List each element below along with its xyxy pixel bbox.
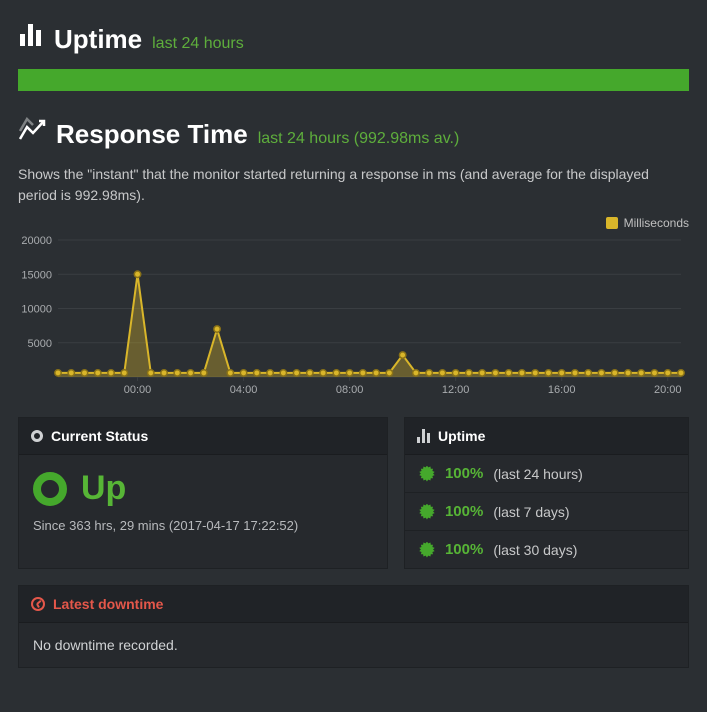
svg-text:20000: 20000 — [21, 235, 52, 247]
starburst-icon — [419, 542, 435, 558]
uptime-bar — [18, 69, 689, 91]
svg-text:12:00: 12:00 — [442, 384, 470, 396]
latest-downtime-header-label: Latest downtime — [53, 596, 163, 612]
current-status-body: Up Since 363 hrs, 29 mins (2017-04-17 17… — [19, 455, 387, 549]
uptime-list: 100%(last 24 hours)100%(last 7 days)100%… — [405, 455, 688, 568]
svg-text:08:00: 08:00 — [336, 384, 364, 396]
status-main: Up — [33, 469, 373, 508]
uptime-period: (last 7 days) — [493, 504, 569, 520]
uptime-row: 100% (last 7 days) — [405, 492, 688, 530]
chart-svg: 5000 10000 15000 20000 00:00 04:00 08:00 12:00 1… — [18, 234, 689, 399]
latest-downtime-body: No downtime recorded. — [19, 623, 688, 667]
current-status-header: Current Status — [19, 418, 387, 455]
status-dot-icon — [31, 430, 43, 442]
uptime-panel-header-label: Uptime — [438, 428, 485, 444]
chart-legend: Milliseconds — [18, 216, 689, 230]
uptime-pct: 100% — [445, 465, 483, 482]
uptime-panel-header: Uptime — [405, 418, 688, 455]
uptime-period: (last 24 hours) — [493, 466, 582, 482]
svg-text:16:00: 16:00 — [548, 384, 576, 396]
response-section-header: Response Time last 24 hours (992.98ms av… — [18, 117, 689, 150]
svg-text:5000: 5000 — [28, 338, 52, 350]
svg-text:04:00: 04:00 — [230, 384, 258, 396]
uptime-pct: 100% — [445, 503, 483, 520]
response-chart: Milliseconds 5000 10000 15000 20000 00:00 04:… — [18, 216, 689, 399]
svg-text:15000: 15000 — [21, 269, 52, 281]
legend-label: Milliseconds — [624, 216, 689, 230]
bars-icon — [18, 22, 44, 48]
uptime-period: (last 30 days) — [493, 542, 577, 558]
trend-icon — [18, 117, 46, 143]
current-status-header-label: Current Status — [51, 428, 148, 444]
uptime-row: 100% (last 30 days) — [405, 530, 688, 568]
svg-text:00:00: 00:00 — [124, 384, 152, 396]
starburst-icon — [419, 504, 435, 520]
uptime-panel: Uptime 100% (last 24 hours) 100% (last 7 da… — [404, 417, 689, 569]
uptime-title: Uptime — [54, 24, 142, 55]
response-title: Response Time — [56, 119, 248, 150]
response-subtitle: last 24 hours (992.98ms av.) — [258, 130, 460, 148]
clock-icon — [31, 597, 45, 611]
latest-downtime-panel: Latest downtime No downtime recorded. — [18, 585, 689, 668]
status-state: Up — [81, 469, 126, 508]
bars-mini-icon — [417, 429, 430, 443]
status-since: Since 363 hrs, 29 mins (2017-04-17 17:22… — [33, 518, 373, 533]
uptime-pct: 100% — [445, 541, 483, 558]
status-ring-icon — [33, 472, 67, 506]
svg-text:10000: 10000 — [21, 304, 52, 316]
starburst-icon — [419, 466, 435, 482]
uptime-row: 100% (last 24 hours) — [405, 455, 688, 492]
current-status-panel: Current Status Up Since 363 hrs, 29 mins… — [18, 417, 388, 569]
latest-downtime-header: Latest downtime — [19, 586, 688, 623]
svg-text:20:00: 20:00 — [654, 384, 682, 396]
response-description: Shows the "instant" that the monitor sta… — [18, 164, 689, 206]
uptime-section-header: Uptime last 24 hours — [18, 22, 689, 55]
status-panels-row: Current Status Up Since 363 hrs, 29 mins… — [18, 417, 689, 569]
legend-swatch — [606, 217, 618, 229]
uptime-subtitle: last 24 hours — [152, 35, 244, 53]
